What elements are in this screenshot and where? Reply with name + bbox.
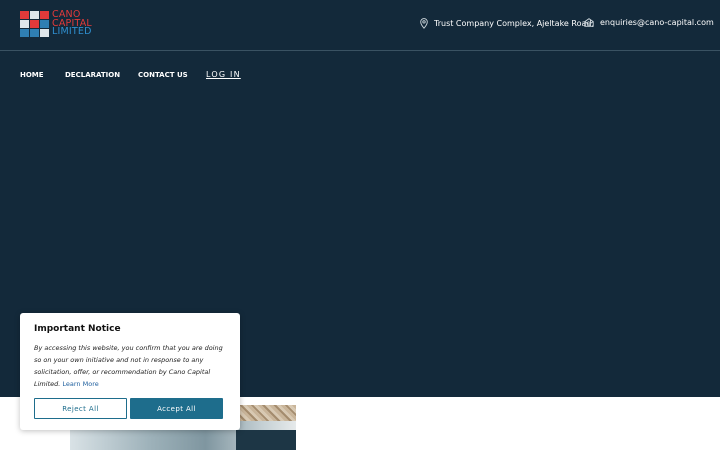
nav-declaration[interactable]: DECLARATION <box>65 71 120 79</box>
dialog-title: Important Notice <box>34 324 121 334</box>
address-info: Trust Company Complex, Ajeltake Road, <box>420 18 594 29</box>
email-link[interactable]: enquiries@cano-capital.com <box>600 18 714 27</box>
mail-icon <box>584 18 594 27</box>
learn-more-link[interactable]: Learn More <box>62 380 98 388</box>
nav-contact-us[interactable]: CONTACT US <box>138 71 188 79</box>
accept-all-button[interactable]: Accept All <box>130 398 223 419</box>
logo-line-3: LIMITED <box>52 26 92 38</box>
address-text: Trust Company Complex, Ajeltake Road, <box>434 19 595 28</box>
company-logo[interactable]: CANO CAPITAL LIMITED <box>20 10 92 38</box>
location-pin-icon <box>420 18 428 29</box>
login-link[interactable]: LOG IN <box>206 70 241 79</box>
cookie-notice-dialog: Important Notice By accessing this websi… <box>20 313 240 430</box>
nav-home[interactable]: HOME <box>20 71 44 79</box>
logo-mark <box>20 11 49 37</box>
email-info[interactable]: enquiries@cano-capital.com <box>584 18 714 27</box>
logo-wordmark: CANO CAPITAL LIMITED <box>52 10 92 38</box>
dialog-body: By accessing this website, you confirm t… <box>34 342 230 390</box>
header-divider <box>0 50 720 51</box>
reject-all-button[interactable]: Reject All <box>34 398 127 419</box>
